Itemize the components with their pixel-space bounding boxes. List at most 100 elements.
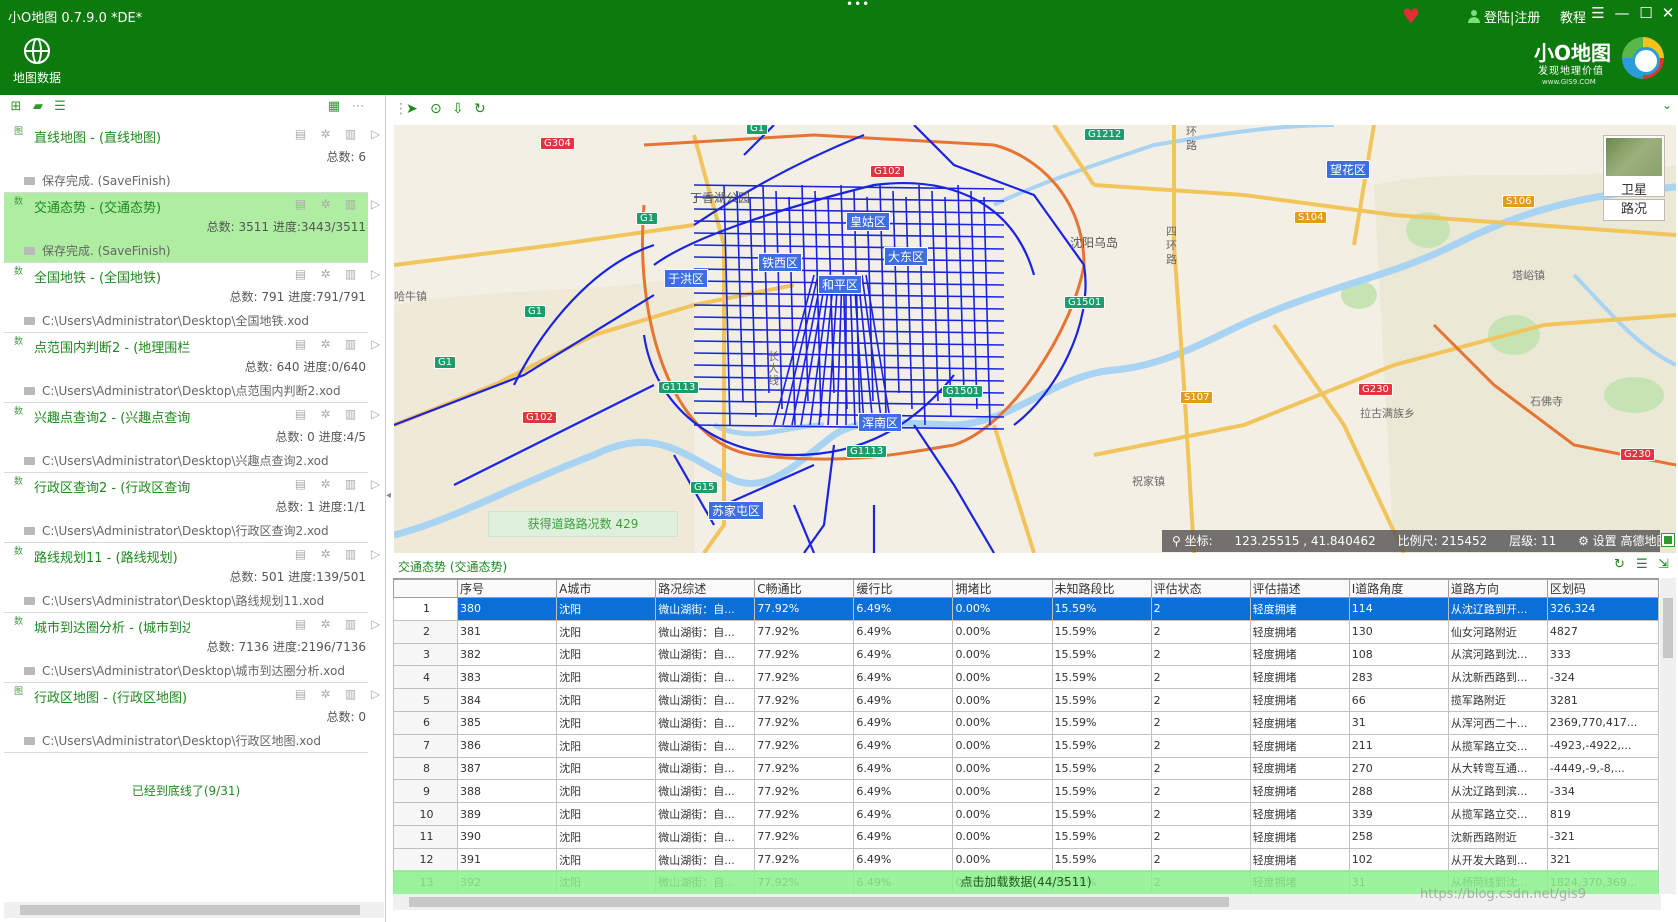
table-cell[interactable]: 77.92% [754, 619, 855, 644]
grid-view-icon[interactable]: ▦ [326, 100, 342, 114]
location-pin-icon[interactable]: ⊙ [430, 101, 442, 117]
settings-icon[interactable]: ✲ [317, 687, 334, 701]
table-cell[interactable]: 2 [1150, 597, 1251, 621]
column-header[interactable]: I道路角度 [1348, 579, 1449, 598]
menu-icon[interactable]: ☰ [1588, 4, 1608, 22]
table-cell[interactable]: 326,324 [1546, 597, 1659, 621]
table-cell[interactable]: 270 [1348, 756, 1449, 781]
table-cell[interactable]: 819 [1546, 802, 1659, 826]
row-number[interactable]: 3 [393, 642, 459, 667]
ribbon-map-data-button[interactable]: 地图数据 [10, 38, 64, 86]
table-cell[interactable]: -334 [1546, 779, 1659, 804]
chart-icon[interactable]: ▥ [342, 547, 359, 561]
table-cell[interactable]: 339 [1348, 802, 1449, 826]
table-cell[interactable]: 258 [1348, 824, 1449, 849]
task-item[interactable]: 图 直线地图 - (直线地图) ▤ ✲ ▥ ▷ 总数: 6 保存完成. (Sav… [4, 123, 380, 193]
task-name[interactable]: 路线规划11 - (路线规划) [34, 547, 190, 566]
table-cell[interactable]: 6.49% [853, 665, 954, 690]
table-cell[interactable]: 77.92% [754, 665, 855, 690]
table-cell[interactable]: 沈阳 [556, 779, 657, 804]
row-number[interactable]: 8 [393, 756, 459, 781]
table-cell[interactable]: 沈阳 [556, 710, 657, 735]
table-cell[interactable]: 微山湖街：自... [655, 733, 756, 758]
table-row[interactable]: 12 391 沈阳 微山湖街：自... 77.92% 6.49% 0.00% 15.59% 2 轻… [393, 847, 1659, 872]
column-header[interactable]: 评估描述 [1249, 579, 1350, 598]
task-item[interactable]: 数 点范围内判断2 - (地理围栏) ▤ ✲ ▥ ▷ 总数: 640 进度:0/… [4, 333, 380, 403]
column-header[interactable]: 拥堵比 [952, 579, 1053, 598]
task-name[interactable]: 城市到达圈分析 - (城市到达圈 [34, 617, 190, 636]
table-cell[interactable]: 轻度拥堵 [1249, 665, 1350, 690]
table-cell[interactable]: 微山湖街：自... [655, 779, 756, 804]
task-name[interactable]: 交通态势 - (交通态势) [34, 197, 190, 216]
table-cell[interactable]: 沈阳 [556, 824, 657, 849]
play-icon[interactable]: ▷ [367, 407, 384, 421]
new-task-icon[interactable]: ⊞ [8, 100, 24, 114]
edit-icon[interactable]: ▤ [292, 617, 309, 631]
export-icon[interactable]: ⇲ [1658, 557, 1669, 572]
table-row[interactable]: 1 380 沈阳 微山湖街：自... 77.92% 6.49% 0.00% 15.59% 2 轻度… [393, 597, 1659, 621]
table-cell[interactable]: 386 [457, 733, 558, 758]
task-name[interactable]: 全国地铁 - (全国地铁) [34, 267, 190, 286]
table-cell[interactable]: 0.00% [952, 847, 1053, 872]
satellite-layer-button[interactable]: 卫星 [1603, 135, 1665, 198]
table-cell[interactable]: 77.92% [754, 802, 855, 826]
table-row[interactable]: 10 389 沈阳 微山湖街：自... 77.92% 6.49% 0.00% 15.59% 2 轻… [393, 802, 1659, 826]
task-item[interactable]: 数 兴趣点查询2 - (兴趣点查询) ▤ ✲ ▥ ▷ 总数: 0 进度:4/5 … [4, 403, 380, 473]
table-cell[interactable]: 6.49% [853, 847, 954, 872]
table-cell[interactable]: 77.92% [754, 756, 855, 781]
scrollbar-thumb[interactable] [409, 897, 1229, 907]
table-cell[interactable]: 2 [1150, 824, 1251, 849]
table-cell[interactable]: 6.49% [853, 824, 954, 849]
table-cell[interactable]: 2 [1150, 847, 1251, 872]
table-cell[interactable]: 揽军路附近 [1447, 688, 1548, 712]
list-icon[interactable]: ☰ [1636, 557, 1648, 572]
table-cell[interactable]: 轻度拥堵 [1249, 802, 1350, 826]
settings-icon[interactable]: ✲ [317, 617, 334, 631]
table-cell[interactable]: 15.59% [1051, 688, 1152, 712]
table-row[interactable]: 4 383 沈阳 微山湖街：自... 77.92% 6.49% 0.00% 15.59% 2 轻度… [393, 665, 1659, 690]
table-cell[interactable]: 从滨河路到沈... [1447, 642, 1548, 667]
table-row[interactable]: 3 382 沈阳 微山湖街：自... 77.92% 6.49% 0.00% 15.59% 2 轻度… [393, 642, 1659, 667]
pointer-tool-icon[interactable]: ➤ [406, 101, 418, 117]
table-cell[interactable]: 15.59% [1051, 756, 1152, 781]
table-cell[interactable]: 微山湖街：自... [655, 665, 756, 690]
table-cell[interactable]: 15.59% [1051, 779, 1152, 804]
table-cell[interactable]: 0.00% [952, 688, 1053, 712]
column-header[interactable]: 评估状态 [1150, 579, 1251, 598]
table-cell[interactable]: 283 [1348, 665, 1449, 690]
table-cell[interactable]: 102 [1348, 847, 1449, 872]
table-cell[interactable]: 沈阳 [556, 665, 657, 690]
table-cell[interactable]: 77.92% [754, 779, 855, 804]
play-icon[interactable]: ▷ [367, 337, 384, 351]
row-number[interactable]: 5 [393, 688, 459, 712]
table-cell[interactable]: 2 [1150, 619, 1251, 644]
table-cell[interactable]: 0.00% [952, 710, 1053, 735]
grid-vertical-scrollbar[interactable] [1660, 578, 1676, 894]
table-cell[interactable]: 3281 [1546, 688, 1659, 712]
column-header[interactable]: 道路方向 [1447, 579, 1548, 598]
table-cell[interactable]: 微山湖街：自... [655, 619, 756, 644]
table-cell[interactable]: 从沈新西路到... [1447, 665, 1548, 690]
table-cell[interactable]: 108 [1348, 642, 1449, 667]
table-cell[interactable]: 轻度拥堵 [1249, 847, 1350, 872]
settings-icon[interactable]: ✲ [317, 127, 334, 141]
selected-row-number[interactable]: 1 [393, 597, 459, 621]
table-cell[interactable]: 391 [457, 847, 558, 872]
table-row[interactable]: 11 390 沈阳 微山湖街：自... 77.92% 6.49% 0.00% 15.59% 2 轻… [393, 824, 1659, 849]
table-row[interactable]: 2 381 沈阳 微山湖街：自... 77.92% 6.49% 0.00% 15.59% 2 轻度… [393, 619, 1659, 644]
table-cell[interactable]: 15.59% [1051, 733, 1152, 758]
table-cell[interactable]: 2 [1150, 756, 1251, 781]
download-tool-icon[interactable]: ⇩ [452, 101, 464, 117]
table-cell[interactable]: 0.00% [952, 619, 1053, 644]
chart-icon[interactable]: ▥ [342, 127, 359, 141]
table-cell[interactable]: 微山湖街：自... [655, 642, 756, 667]
table-cell[interactable]: 轻度拥堵 [1249, 779, 1350, 804]
settings-icon[interactable]: ✲ [317, 267, 334, 281]
table-cell[interactable]: 6.49% [853, 710, 954, 735]
table-row[interactable]: 6 385 沈阳 微山湖街：自... 77.92% 6.49% 0.00% 15.59% 2 轻度… [393, 710, 1659, 735]
task-name[interactable]: 行政区查询2 - (行政区查询) [34, 477, 190, 496]
table-cell[interactable]: 沈新西路附近 [1447, 824, 1548, 849]
table-row[interactable]: 5 384 沈阳 微山湖街：自... 77.92% 6.49% 0.00% 15.59% 2 轻度… [393, 688, 1659, 712]
table-cell[interactable]: 沈阳 [556, 642, 657, 667]
play-icon[interactable]: ▷ [367, 267, 384, 281]
